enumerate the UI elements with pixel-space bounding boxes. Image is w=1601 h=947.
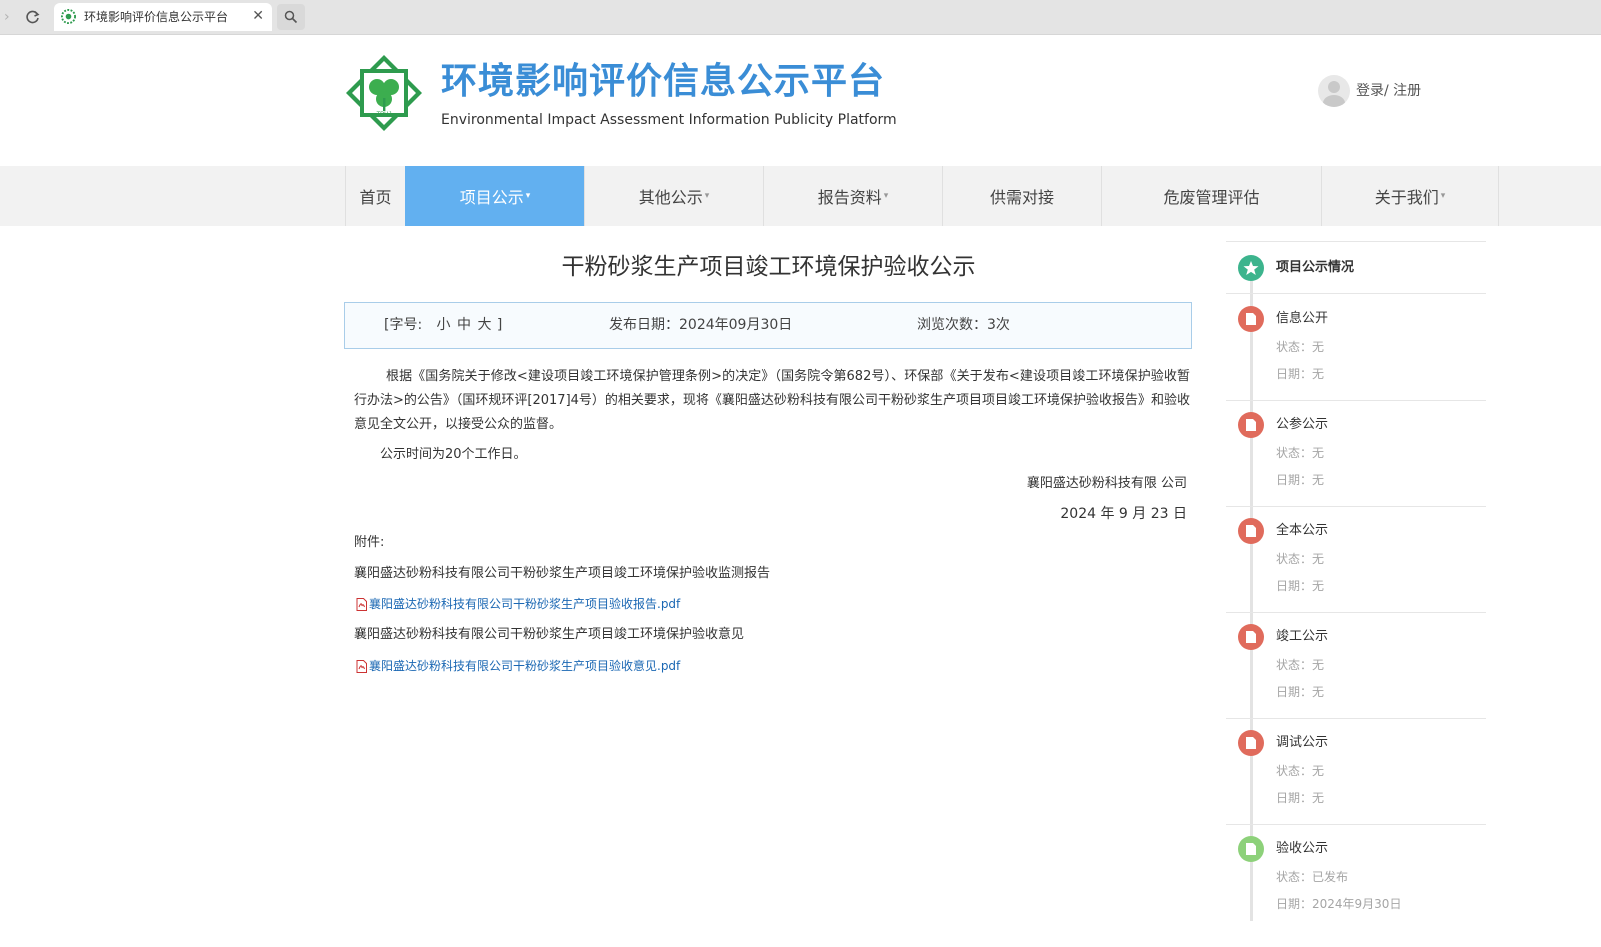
timeline-item-label: 公参公示: [1276, 417, 1329, 432]
font-large-button[interactable]: 大: [477, 317, 491, 333]
font-small-button[interactable]: 小: [437, 317, 451, 333]
attachment-title: 襄阳盛达砂粉科技有限公司干粉砂浆生产项目竣工环境保护验收意见: [354, 627, 745, 642]
document-icon: [1238, 306, 1264, 332]
timeline-item-status: 状态：无: [1276, 446, 1325, 460]
timeline-item-date: 日期：无: [1276, 367, 1325, 381]
attachment-link[interactable]: 襄阳盛达砂粉科技有限公司干粉砂浆生产项目验收意见.pdf: [356, 657, 680, 675]
timeline-item-status: 状态：无: [1276, 658, 1325, 672]
caret-down-icon: ▾: [1440, 191, 1446, 201]
avatar-icon[interactable]: [1318, 75, 1350, 107]
timeline-item-acceptance[interactable]: 验收公示 状态：已发布 日期：2024年9月30日: [1226, 825, 1486, 931]
article-meta-bar: [字号: 小 中 大 ] 发布日期：2024年09月30日 浏览次数：3次: [344, 302, 1192, 349]
search-icon[interactable]: [277, 4, 305, 30]
timeline-item-date: 日期：2024年9月30日: [1276, 897, 1402, 911]
attachments-label: 附件:: [354, 535, 385, 550]
signature-date: 2024 年 9 月 23 日: [1060, 506, 1187, 522]
timeline-item-info-disclosure[interactable]: 信息公开 状态：无 日期：无: [1226, 295, 1486, 401]
project-notice-sidebar: 项目公示情况 信息公开 状态：无 日期：无 公参公示 状态：无 日期：无 全本公…: [1226, 241, 1486, 931]
timeline-item-status: 状态：已发布: [1276, 870, 1349, 884]
font-size-label: [字号:: [384, 317, 423, 333]
document-icon: [1238, 624, 1264, 650]
star-icon: [1238, 255, 1264, 281]
attachment-link-text[interactable]: 襄阳盛达砂粉科技有限公司干粉砂浆生产项目验收意见.pdf: [369, 657, 680, 675]
article-title: 干粉砂浆生产项目竣工环境保护验收公示: [561, 254, 976, 280]
timeline-item-debugging[interactable]: 调试公示 状态：无 日期：无: [1226, 719, 1486, 825]
pdf-icon: [356, 659, 367, 673]
document-icon: [1238, 412, 1264, 438]
forward-arrow-icon[interactable]: ›: [4, 9, 10, 25]
main-nav: 首页 项目公示 ▾ 其他公示 ▾ 报告资料 ▾ 供需对接 危废管理评估 关于我们 ▾: [0, 166, 1601, 226]
nav-project-notice[interactable]: 项目公示 ▾: [405, 166, 584, 226]
site-logo[interactable]: TPHJ: [345, 54, 423, 132]
close-tab-icon[interactable]: ✕: [252, 8, 264, 24]
nav-report-materials[interactable]: 报告资料 ▾: [763, 166, 942, 226]
attachment-link[interactable]: 襄阳盛达砂粉科技有限公司干粉砂浆生产项目验收报告.pdf: [356, 595, 680, 613]
nav-other-notice[interactable]: 其他公示 ▾: [584, 166, 763, 226]
nav-label: 报告资料: [817, 188, 882, 207]
timeline-item-public-participation[interactable]: 公参公示 状态：无 日期：无: [1226, 401, 1486, 507]
nav-label: 首页: [359, 188, 392, 207]
document-icon: [1238, 836, 1264, 862]
caret-down-icon: ▾: [525, 191, 531, 201]
sidebar-heading: 项目公示情况: [1226, 242, 1486, 294]
timeline-item-label: 信息公开: [1276, 311, 1329, 326]
site-header: TPHJ 环境影响评价信息公示平台 Environmental Impact A…: [0, 35, 1601, 166]
timeline-item-status: 状态：无: [1276, 764, 1325, 778]
timeline-item-completion[interactable]: 竣工公示 状态：无 日期：无: [1226, 613, 1486, 719]
timeline-item-label: 调试公示: [1276, 735, 1329, 750]
tab-title: 环境影响评价信息公示平台: [84, 10, 229, 24]
attachment-title: 襄阳盛达砂粉科技有限公司干粉砂浆生产项目竣工环境保护验收监测报告: [354, 566, 771, 581]
publish-date: 发布日期：2024年09月30日: [609, 317, 793, 333]
site-favicon-icon: [61, 9, 76, 24]
timeline-item-full-text[interactable]: 全本公示 状态：无 日期：无: [1226, 507, 1486, 613]
nav-hazardous-waste[interactable]: 危废管理评估: [1101, 166, 1321, 226]
nav-about-us[interactable]: 关于我们 ▾: [1321, 166, 1499, 226]
nav-label: 供需对接: [989, 188, 1054, 207]
document-icon: [1238, 518, 1264, 544]
article-paragraph: 根据《国务院关于修改<建设项目竣工环境保护管理条例>的决定》（国务院令第682号…: [354, 369, 1190, 432]
timeline-item-date: 日期：无: [1276, 685, 1325, 699]
nav-label: 其他公示: [638, 188, 703, 207]
login-register-link[interactable]: 登录/ 注册: [1356, 82, 1421, 100]
document-icon: [1238, 730, 1264, 756]
font-size-bracket: ]: [496, 317, 503, 333]
timeline-item-date: 日期：无: [1276, 791, 1325, 805]
browser-tab-strip: › 环境影响评价信息公示平台 ✕: [0, 0, 1601, 35]
timeline-item-label: 竣工公示: [1276, 629, 1329, 644]
caret-down-icon: ▾: [883, 191, 889, 201]
nav-label: 危废管理评估: [1163, 188, 1260, 207]
pdf-icon: [356, 597, 367, 611]
nav-label: 项目公示: [459, 188, 524, 207]
site-subtitle: Environmental Impact Assessment Informat…: [441, 112, 897, 128]
attachment-link-text[interactable]: 襄阳盛达砂粉科技有限公司干粉砂浆生产项目验收报告.pdf: [369, 595, 680, 613]
article-paragraph: 公示时间为20个工作日。: [380, 447, 527, 462]
timeline-item-date: 日期：无: [1276, 473, 1325, 487]
nav-supply-demand[interactable]: 供需对接: [942, 166, 1101, 226]
signature-company: 襄阳盛达砂粉科技有限 公司: [1026, 476, 1187, 491]
timeline-item-date: 日期：无: [1276, 579, 1325, 593]
timeline-item-label: 验收公示: [1276, 841, 1329, 856]
nav-home[interactable]: 首页: [345, 166, 405, 226]
caret-down-icon: ▾: [704, 191, 710, 201]
timeline-item-status: 状态：无: [1276, 552, 1325, 566]
site-title: 环境影响评价信息公示平台: [441, 61, 886, 102]
reload-icon[interactable]: [24, 8, 42, 26]
nav-label: 关于我们: [1374, 188, 1439, 207]
timeline-item-label: 全本公示: [1276, 523, 1329, 538]
font-size-selector: [字号: 小 中 大 ]: [384, 316, 502, 334]
browser-tab[interactable]: 环境影响评价信息公示平台 ✕: [54, 3, 272, 31]
view-count: 浏览次数：3次: [917, 317, 1010, 333]
timeline-item-status: 状态：无: [1276, 340, 1325, 354]
font-medium-button[interactable]: 中: [457, 317, 471, 333]
sidebar-heading-label: 项目公示情况: [1276, 260, 1355, 275]
svg-text:TPHJ: TPHJ: [377, 112, 392, 118]
